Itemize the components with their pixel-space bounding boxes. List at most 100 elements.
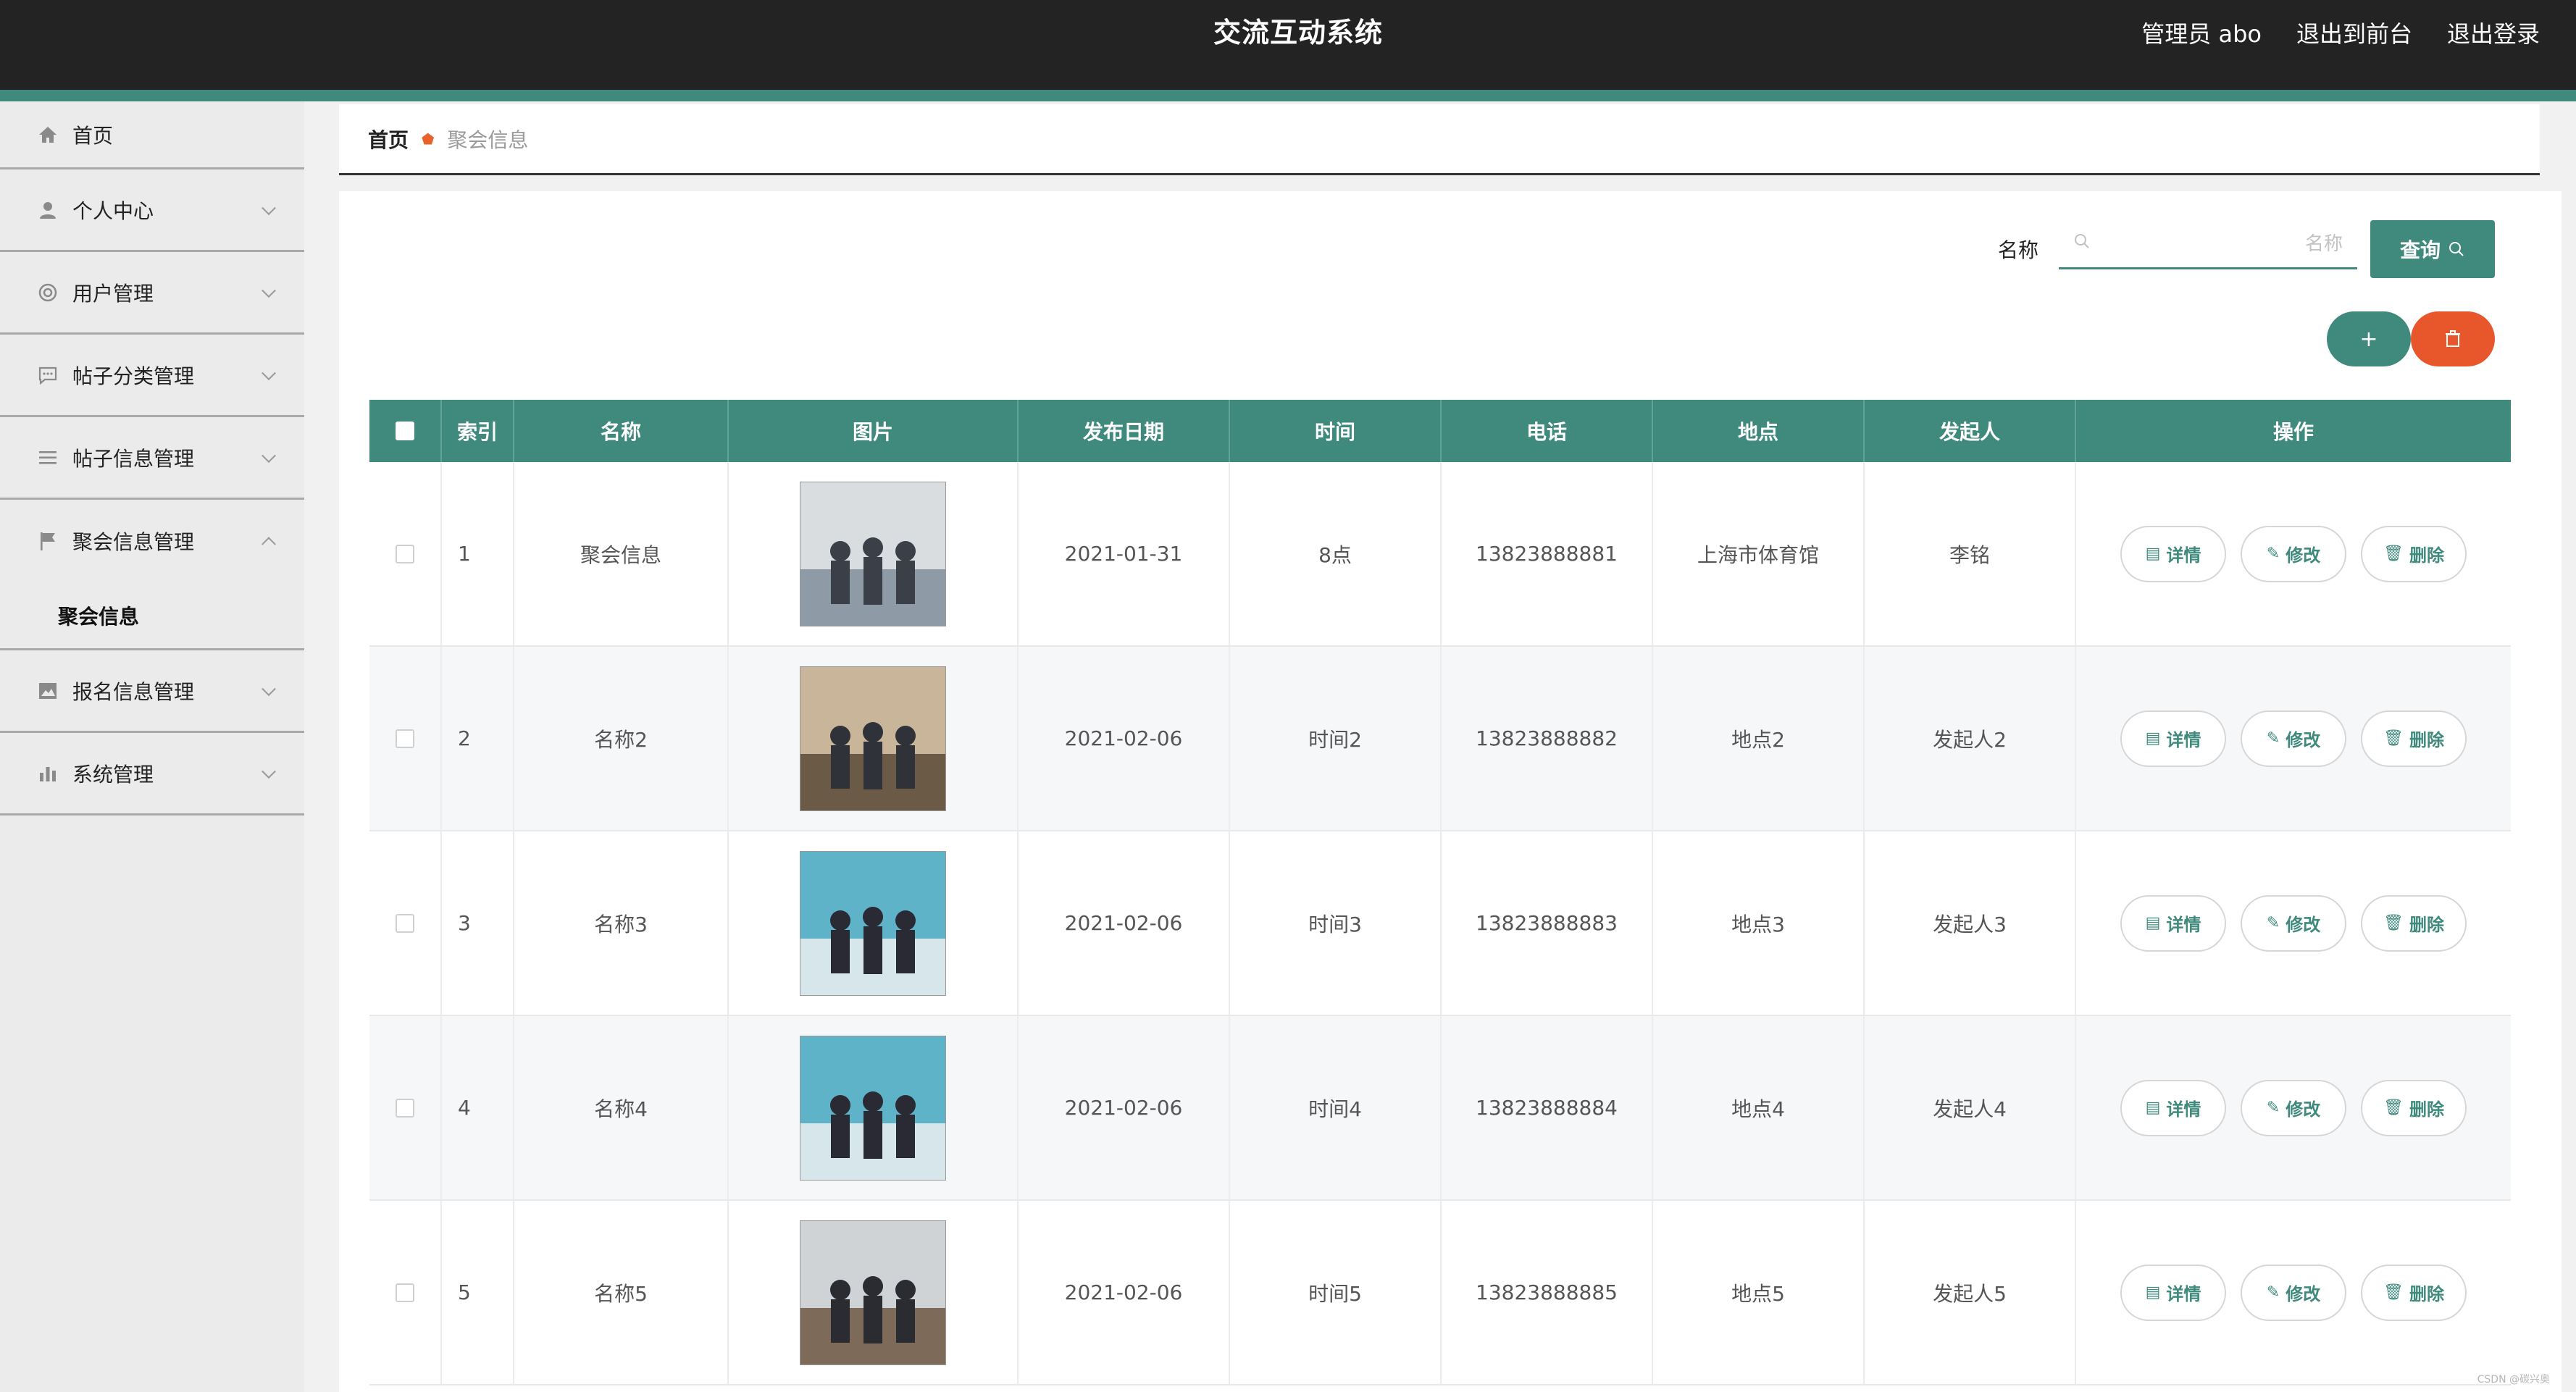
trash-icon: [2446, 330, 2460, 347]
exit-to-front-link[interactable]: 退出到前台: [2296, 16, 2412, 49]
cell-time: 时间4: [1230, 1016, 1442, 1199]
pencil-icon: ✎: [2266, 914, 2280, 932]
document-icon: ▤: [2145, 729, 2161, 747]
delete-button[interactable]: 🗑 删除: [2361, 1264, 2467, 1321]
row-select-cell: [369, 1016, 442, 1199]
edit-button-label: 修改: [2286, 730, 2321, 750]
search-label: 名称: [1998, 238, 2039, 262]
trash-icon: 🗑: [2383, 1283, 2404, 1301]
table-row: 2 名称2 2021-02-06 时间2 13823888882 地点2 发起人2 ▤ 详情 ✎ 修…: [369, 647, 2511, 831]
select-all-checkbox[interactable]: [396, 422, 414, 440]
delete-button[interactable]: 🗑 删除: [2361, 894, 2467, 952]
plus-icon: +: [2359, 326, 2378, 352]
detail-button[interactable]: ▤ 详情: [2120, 525, 2226, 582]
cell-date: 2021-02-06: [1019, 647, 1230, 830]
users-icon: [36, 281, 59, 304]
edit-button-label: 修改: [2286, 1284, 2321, 1304]
delete-button[interactable]: 🗑 删除: [2361, 525, 2467, 582]
logout-link[interactable]: 退出登录: [2447, 16, 2540, 49]
admin-user-label[interactable]: 管理员 abo: [2141, 16, 2262, 49]
sidebar-item-label: 报名信息管理: [72, 679, 195, 704]
sidebar-item-system[interactable]: 系统管理: [0, 733, 304, 816]
sidebar-item-label: 首页: [72, 123, 114, 148]
search-field: [2059, 220, 2357, 269]
batch-delete-button[interactable]: [2411, 311, 2495, 366]
cell-place: 地点4: [1653, 1016, 1865, 1199]
gathering-photo: [800, 1220, 946, 1365]
detail-button[interactable]: ▤ 详情: [2120, 710, 2226, 767]
sidebar: 首页 个人中心 用户管理 帖子分类管理 帖子信息管理 聚会信息管理 聚会信息 报…: [0, 101, 304, 1392]
edit-button[interactable]: ✎ 修改: [2241, 894, 2346, 952]
gathering-photo: [800, 666, 946, 811]
chevron-down-icon: [262, 681, 276, 696]
cell-image: [729, 1016, 1019, 1199]
delete-button-label: 删除: [2409, 1099, 2444, 1120]
sidebar-item-registration[interactable]: 报名信息管理: [0, 650, 304, 733]
row-checkbox[interactable]: [396, 1098, 414, 1118]
cell-actions: ▤ 详情 ✎ 修改 🗑 删除: [2076, 831, 2511, 1015]
detail-button[interactable]: ▤ 详情: [2120, 894, 2226, 952]
row-checkbox[interactable]: [396, 913, 414, 933]
row-select-cell: [369, 1201, 442, 1384]
header-accent-bar: [0, 90, 2576, 101]
chevron-down-icon: [262, 763, 276, 779]
cell-organizer: 发起人3: [1865, 831, 2076, 1015]
add-button[interactable]: +: [2327, 311, 2411, 366]
cell-index: 1: [442, 462, 514, 645]
row-select-cell: [369, 647, 442, 830]
cell-phone: 13823888884: [1442, 1016, 1653, 1199]
edit-button[interactable]: ✎ 修改: [2241, 1264, 2346, 1321]
delete-button[interactable]: 🗑 删除: [2361, 1079, 2467, 1136]
cell-place: 地点5: [1653, 1201, 1865, 1384]
cell-date: 2021-02-06: [1019, 1201, 1230, 1384]
sidebar-subitem-gathering-info[interactable]: 聚会信息: [0, 582, 304, 650]
column-header: 索引: [442, 400, 514, 462]
cell-actions: ▤ 详情 ✎ 修改 🗑 删除: [2076, 1201, 2511, 1384]
chat-icon: [36, 364, 59, 387]
cell-phone: 13823888882: [1442, 647, 1653, 830]
sidebar-item-post-info[interactable]: 帖子信息管理: [0, 417, 304, 500]
document-icon: ▤: [2145, 545, 2161, 563]
cell-date: 2021-01-31: [1019, 462, 1230, 645]
cell-organizer: 发起人4: [1865, 1016, 2076, 1199]
search-icon: [2449, 242, 2464, 256]
search-icon: [2073, 232, 2091, 255]
detail-button-label: 详情: [2166, 1284, 2201, 1304]
detail-button[interactable]: ▤ 详情: [2120, 1079, 2226, 1136]
edit-button[interactable]: ✎ 修改: [2241, 525, 2346, 582]
search-input[interactable]: [2101, 232, 2343, 255]
column-header: 发布日期: [1019, 400, 1230, 462]
table-row: 4 名称4 2021-02-06 时间4 13823888884 地点4 发起人4 ▤ 详情 ✎ 修…: [369, 1016, 2511, 1201]
row-checkbox[interactable]: [396, 1283, 414, 1302]
cell-phone: 13823888885: [1442, 1201, 1653, 1384]
detail-button[interactable]: ▤ 详情: [2120, 1264, 2226, 1321]
document-icon: ▤: [2145, 914, 2161, 932]
query-button[interactable]: 查询: [2370, 220, 2495, 278]
sidebar-item-label: 帖子分类管理: [72, 364, 195, 388]
row-checkbox[interactable]: [396, 729, 414, 748]
delete-button-label: 删除: [2409, 1284, 2444, 1304]
watermark: CSDN @碳兴奥: [2477, 1374, 2550, 1385]
detail-button-label: 详情: [2166, 545, 2201, 566]
flag-icon: [36, 529, 59, 553]
sidebar-item-user-management[interactable]: 用户管理: [0, 252, 304, 335]
row-select-cell: [369, 462, 442, 645]
top-bar: 交流互动系统 管理员 abo 退出到前台 退出登录: [0, 0, 2576, 90]
edit-button[interactable]: ✎ 修改: [2241, 1079, 2346, 1136]
header-select-all[interactable]: [369, 400, 442, 462]
sidebar-item-home[interactable]: 首页: [0, 101, 304, 169]
cell-organizer: 发起人5: [1865, 1201, 2076, 1384]
sidebar-item-personal-center[interactable]: 个人中心: [0, 169, 304, 252]
cell-name: 名称5: [514, 1201, 729, 1384]
cell-image: [729, 647, 1019, 830]
column-header: 图片: [729, 400, 1019, 462]
breadcrumb-home[interactable]: 首页: [368, 125, 409, 154]
delete-button[interactable]: 🗑 删除: [2361, 710, 2467, 767]
sidebar-item-label: 系统管理: [72, 762, 154, 787]
row-checkbox[interactable]: [396, 544, 414, 563]
edit-button[interactable]: ✎ 修改: [2241, 710, 2346, 767]
table-row: 3 名称3 2021-02-06 时间3 13823888883 地点3 发起人3 ▤ 详情 ✎ 修…: [369, 831, 2511, 1016]
sidebar-item-gathering-management[interactable]: 聚会信息管理: [0, 500, 304, 582]
delete-button-label: 删除: [2409, 730, 2444, 750]
sidebar-item-post-category[interactable]: 帖子分类管理: [0, 335, 304, 417]
